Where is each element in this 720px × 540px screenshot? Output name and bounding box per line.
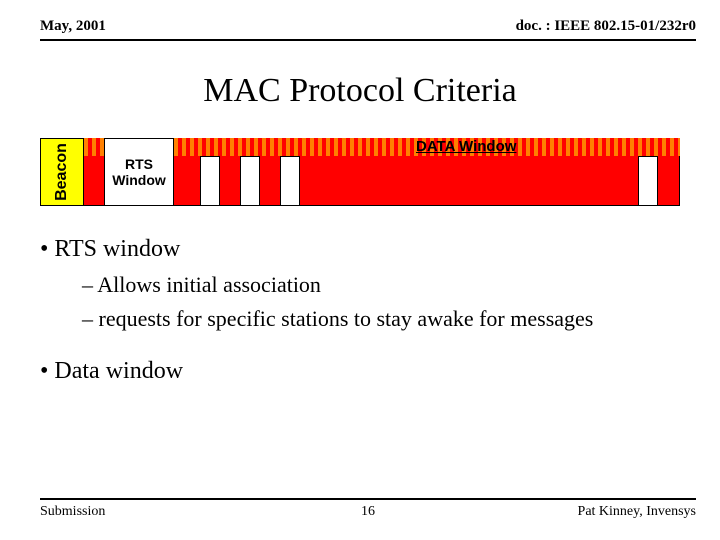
slide-page: May, 2001 doc. : IEEE 802.15-01/232r0 MA… bbox=[0, 0, 720, 540]
footer-row: Submission 16 Pat Kinney, Invensys bbox=[40, 504, 696, 520]
slot bbox=[280, 156, 300, 206]
beacon-block: Beacon bbox=[40, 138, 84, 206]
body-text: • RTS window – Allows initial associatio… bbox=[40, 236, 690, 393]
superframe-diagram: Beacon RTSWindow DATA Window bbox=[40, 138, 680, 206]
data-window-label: DATA Window bbox=[416, 138, 516, 155]
slot bbox=[240, 156, 260, 206]
footer-page-number: 16 bbox=[40, 504, 696, 520]
subbullet-requests: – requests for specific stations to stay… bbox=[82, 305, 690, 333]
header-docnum: doc. : IEEE 802.15-01/232r0 bbox=[516, 18, 696, 35]
header: May, 2001 doc. : IEEE 802.15-01/232r0 bbox=[40, 18, 696, 41]
hatch-left bbox=[84, 138, 104, 156]
footer: Submission 16 Pat Kinney, Invensys bbox=[40, 498, 696, 520]
beacon-label: Beacon bbox=[53, 143, 71, 201]
bullet-rts: • RTS window bbox=[40, 236, 690, 263]
header-row: May, 2001 doc. : IEEE 802.15-01/232r0 bbox=[40, 18, 696, 35]
subbullet-assoc: – Allows initial association bbox=[82, 271, 690, 299]
header-rule bbox=[40, 39, 696, 41]
slide-title: MAC Protocol Criteria bbox=[0, 72, 720, 110]
slot bbox=[200, 156, 220, 206]
bullet-data: • Data window bbox=[40, 358, 690, 385]
footer-rule bbox=[40, 498, 696, 500]
rts-window-block: RTSWindow bbox=[104, 138, 174, 206]
header-date: May, 2001 bbox=[40, 18, 106, 35]
slot bbox=[638, 156, 658, 206]
